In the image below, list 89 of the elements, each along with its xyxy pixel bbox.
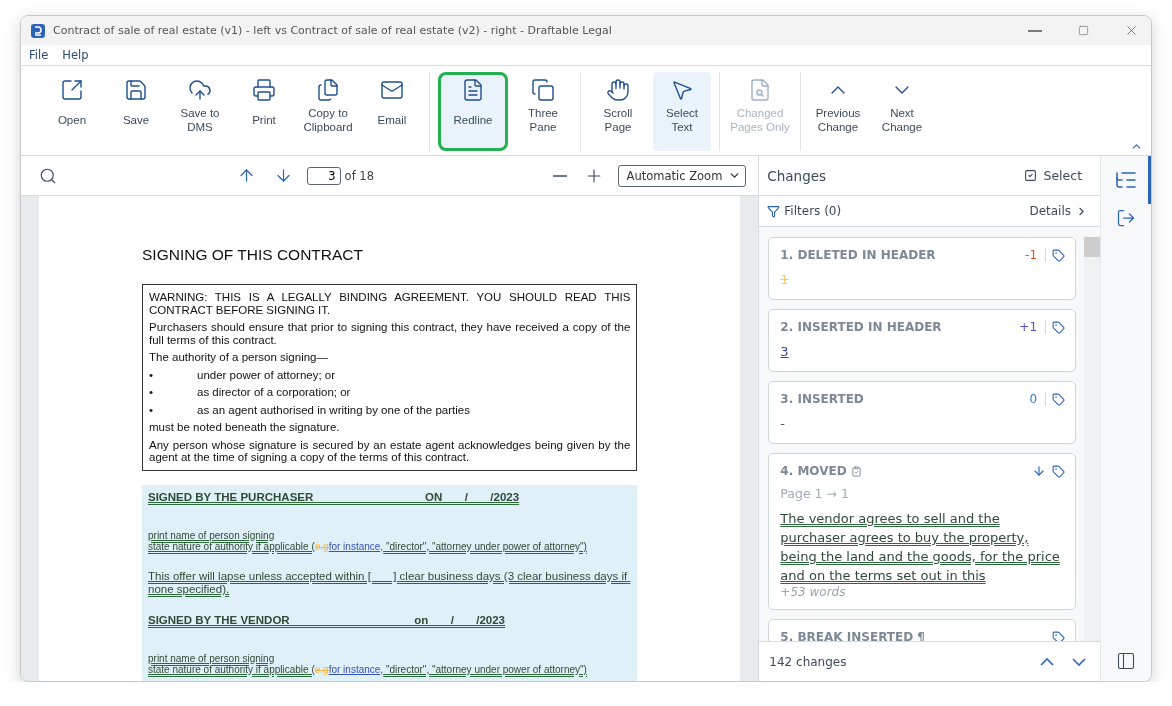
change-text: 3 (780, 343, 790, 361)
document-line: print name of person signing (148, 652, 276, 664)
document-icon (461, 78, 485, 102)
minimize-icon (1028, 29, 1042, 32)
change-title: 3. INSERTED (780, 392, 865, 406)
search-icon (39, 166, 57, 185)
next-change-button[interactable] (1070, 655, 1089, 668)
document-line: state nature of authority if applicable (e.gfor instance, "director", "attorney under power of attorney") (148, 663, 588, 675)
file-filter-icon (748, 78, 772, 102)
app-logo-icon (31, 23, 45, 38)
change-delta: -1 (1025, 248, 1047, 262)
details-button[interactable]: Details (1029, 204, 1089, 218)
printer-icon (252, 78, 276, 102)
next-change-button[interactable]: Next Change (873, 72, 931, 151)
maximize-icon (1077, 25, 1089, 36)
change-text: - (780, 415, 787, 433)
save-icon (124, 78, 148, 102)
filter-icon (767, 204, 781, 218)
bullet-text: as an agent authorised in writing by one of the parties (197, 403, 470, 416)
save-button[interactable]: Save (107, 72, 165, 151)
document-paragraph: Purchasers should ensure that prior to signing this contract, they have received a copy of the full terms of this contract. (149, 321, 631, 346)
tag-icon[interactable] (1052, 630, 1066, 641)
document-line: print name of person signing (148, 529, 276, 541)
page-reference: Page 1 → 1 (780, 486, 850, 501)
tag-icon[interactable] (1052, 392, 1066, 406)
exit-icon[interactable] (1116, 208, 1136, 228)
select-button[interactable]: Select (1018, 167, 1089, 184)
tag-icon[interactable] (1052, 464, 1066, 478)
previous-change-button[interactable]: Previous Change (809, 72, 867, 151)
open-button[interactable]: Open (43, 72, 101, 151)
bullet-text: under power of attorney; or (197, 368, 336, 381)
menu-item[interactable]: Help (62, 48, 89, 62)
filters-button[interactable]: Filters (0) (767, 204, 842, 218)
save-to-dms-button[interactable]: Save to DMS (171, 72, 229, 151)
chevron-down-icon (1072, 657, 1087, 666)
change-delta: +1 (1019, 320, 1047, 334)
change-card[interactable]: 1. DELETED IN HEADER -1 1 (768, 237, 1077, 300)
scrollbar-thumb[interactable] (1084, 237, 1101, 257)
document-paragraph: Any person whose signature is secured by an estate agent acknowledges being given by the agent at the time of signing a copy of the terms of this contract. (149, 438, 631, 464)
document-paragraph: WARNING: THIS IS A LEGALLY BINDING AGREEMENT. YOU SHOULD READ THIS CONTRACT BEFORE SIGNING IT. (149, 291, 631, 316)
document-heading: SIGNING OF THIS CONTRACT (142, 246, 365, 264)
zoom-dropdown[interactable]: Automatic Zoom (617, 164, 747, 187)
hand-icon (606, 78, 630, 102)
bullet-mark: • (149, 403, 155, 416)
change-title: 1. DELETED IN HEADER (780, 248, 937, 262)
pointer-icon (670, 78, 694, 102)
document-line: state nature of authority if applicable (e.gfor instance, "director", "attorney under power of attorney") (148, 540, 588, 552)
chevron-up-icon (1040, 657, 1055, 666)
change-title: 4. MOVED (780, 464, 1027, 478)
bullet-mark: • (149, 368, 155, 381)
panel-toggle-icon[interactable] (1116, 651, 1136, 671)
print-button[interactable]: Print (235, 72, 293, 151)
open-icon (60, 78, 84, 102)
change-card[interactable]: 4. MOVED Page 1 → 1 The vendor agrees to sell and the purchaser agrees to buy the property, being the land and the goods, for the price and on the terms set out in this +53 words (768, 453, 1077, 610)
document-line: SIGNED BY THE PURCHASER ON / /2023 (148, 490, 521, 504)
more-words: +53 words (780, 585, 847, 599)
pages-icon (531, 78, 555, 102)
change-text: 1 (780, 271, 790, 289)
minus-icon (551, 174, 568, 177)
change-title: 2. INSERTED IN HEADER (780, 320, 943, 334)
scroll-page-button[interactable]: Scroll Page (589, 72, 647, 151)
change-text: The vendor agrees to sell and the purchaser agrees to buy the property, being the land and the goods, for the price and on the terms set out in this (780, 510, 1061, 585)
menu-item[interactable]: File (29, 48, 49, 62)
window-title: Contract of sale of real estate (v1) - left vs Contract of sale of real estate (v2) - right - Draftable Legal (53, 24, 613, 37)
document-line: This offer will lapse unless accepted within [ ] clear business days (3 clear business days if none specified). (148, 569, 629, 596)
bullet-text: as director of a corporation; or (197, 386, 351, 399)
panel-title: Changes (767, 167, 828, 184)
clipboard-icon (850, 465, 862, 477)
document-paragraph: must be noted beneath the signature. (149, 421, 341, 434)
select-text-button[interactable]: Select Text (653, 72, 711, 151)
change-count: 142 changes (769, 654, 848, 669)
tag-icon[interactable] (1052, 248, 1066, 262)
checkbox-icon (1024, 169, 1038, 182)
page-number-field[interactable]: 3 (306, 166, 341, 185)
change-card[interactable]: 3. INSERTED 0 - (768, 381, 1077, 444)
email-button[interactable]: Email (363, 72, 421, 151)
files-icon (316, 78, 340, 102)
cloud-upload-icon (188, 78, 212, 102)
document-line: SIGNED BY THE VENDOR on / /2023 (148, 613, 506, 627)
change-delta: 0 (1029, 392, 1047, 406)
change-card[interactable]: 2. INSERTED IN HEADER +1 3 (768, 309, 1077, 372)
redline-button[interactable]: Redline (438, 72, 508, 151)
bullet-mark: • (149, 386, 155, 399)
three-pane-button[interactable]: Three Pane (514, 72, 572, 151)
document-paragraph: The authority of a person signing— (149, 351, 329, 364)
copy-button[interactable]: Copy to Clipboard (299, 72, 357, 151)
mail-icon (380, 78, 404, 102)
tag-icon[interactable] (1052, 320, 1066, 334)
page-count: of 18 (344, 168, 374, 183)
